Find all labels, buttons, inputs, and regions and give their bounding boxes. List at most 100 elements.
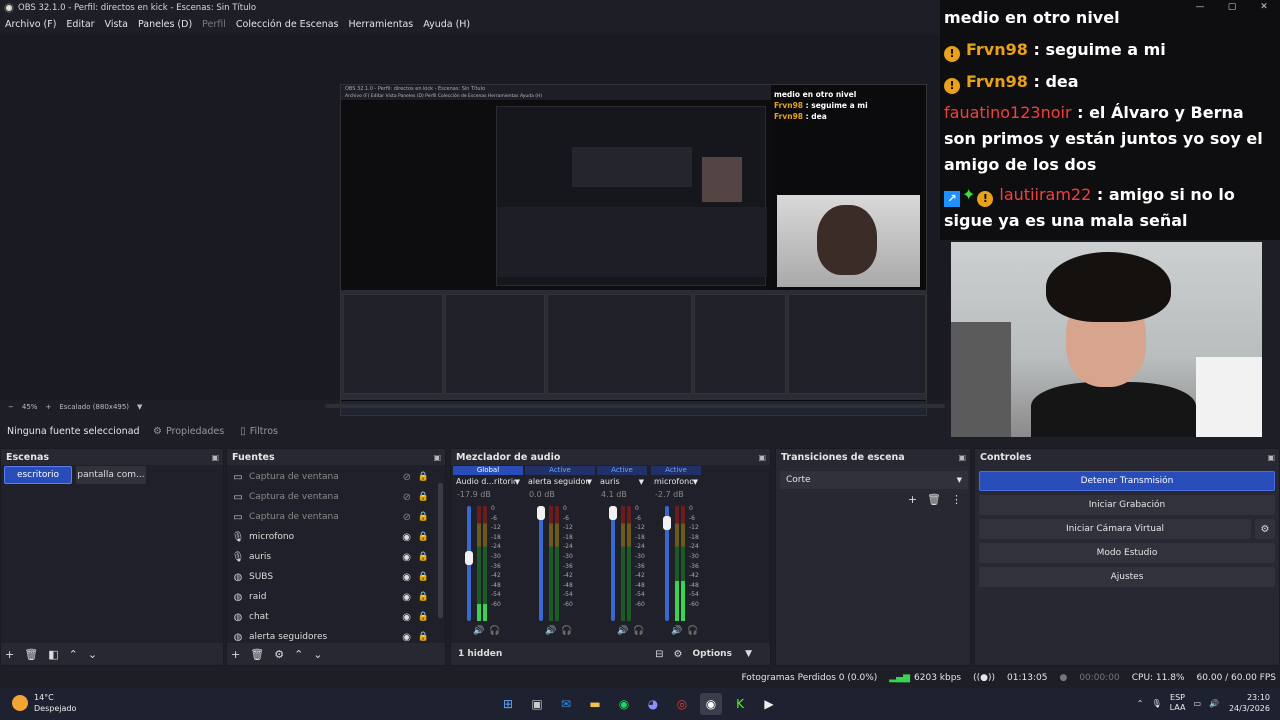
outlook-icon[interactable]: ✉ (555, 693, 577, 715)
spotify-icon[interactable]: ◉ (613, 693, 635, 715)
minimize-button[interactable]: — (1184, 0, 1216, 14)
undock-icon[interactable]: ▣ (958, 453, 966, 462)
move-down-button[interactable]: ⌄ (313, 648, 322, 661)
undock-icon[interactable]: ▣ (433, 453, 441, 462)
add-source-button[interactable]: + (231, 648, 240, 661)
lock-icon[interactable]: 🔒 (418, 492, 429, 502)
preview-canvas[interactable]: OBS 32.1.0 - Perfil: directos en kick - … (0, 34, 950, 416)
menu-coleccion-escenas[interactable]: Colección de Escenas (231, 19, 344, 30)
speaker-icon[interactable]: 🔊 (473, 626, 484, 636)
stop-streaming-button[interactable]: Detener Transmisión (979, 471, 1275, 491)
zoom-in-button[interactable]: + (45, 403, 51, 411)
language-indicator[interactable]: ESP LAA (1170, 693, 1186, 713)
maximize-button[interactable]: ▢ (1216, 0, 1248, 14)
lock-icon[interactable]: 🔒 (418, 532, 429, 542)
obs-taskbar-icon[interactable]: ◉ (700, 693, 722, 715)
source-item[interactable]: ◍ raid ◉ 🔒 (231, 587, 433, 607)
volume-icon[interactable]: 🔊 (1209, 699, 1219, 708)
undock-icon[interactable]: ▣ (1267, 453, 1275, 462)
start-virtual-camera-button[interactable]: Iniciar Cámara Virtual (979, 519, 1251, 539)
hidden-eye-icon[interactable]: ⊘ (403, 512, 411, 523)
layout-toggle-icon[interactable]: ⊟ (655, 649, 663, 660)
eye-icon[interactable]: ◉ (402, 632, 411, 643)
lock-icon[interactable]: 🔒 (418, 472, 429, 482)
kick-icon[interactable]: K (729, 693, 751, 715)
channel-name[interactable]: microfono ▼ (651, 475, 701, 488)
weather-widget[interactable]: 14°C Despejado (12, 692, 76, 714)
menu-paneles[interactable]: Paneles (D) (133, 19, 197, 30)
lock-icon[interactable]: 🔒 (418, 612, 429, 622)
speaker-icon[interactable]: 🔊 (671, 626, 682, 636)
filters-button[interactable]: ▯ Filtros (234, 421, 284, 441)
hidden-count[interactable]: 1 hidden (458, 649, 502, 659)
remove-transition-button[interactable]: 🗑 (927, 493, 941, 506)
mixer-settings-icon[interactable]: ⚙ (674, 649, 683, 660)
menu-ayuda[interactable]: Ayuda (H) (418, 19, 475, 30)
hidden-eye-icon[interactable]: ⊘ (403, 472, 411, 483)
volume-fader[interactable] (539, 506, 543, 621)
preview-horizontal-scrollbar[interactable] (325, 404, 945, 408)
hidden-eye-icon[interactable]: ⊘ (403, 492, 411, 503)
virtual-camera-settings-gear-icon[interactable]: ⚙ (1255, 519, 1275, 539)
monitor-icon[interactable]: 🎧 (633, 626, 644, 636)
eye-icon[interactable]: ◉ (402, 532, 411, 543)
fader-knob[interactable] (609, 506, 617, 520)
eye-icon[interactable]: ◉ (402, 612, 411, 623)
lock-icon[interactable]: 🔒 (418, 592, 429, 602)
scaling-label[interactable]: Escalado (880x495) (59, 403, 129, 411)
speaker-icon[interactable]: 🔊 (545, 626, 556, 636)
undock-icon[interactable]: ▣ (758, 453, 766, 462)
transition-more-button[interactable]: ⋮ (951, 493, 962, 506)
tray-overflow-icon[interactable]: ⌃ (1137, 699, 1144, 708)
move-up-button[interactable]: ⌃ (294, 648, 303, 661)
channel-name[interactable]: alerta seguidores▼ (525, 475, 595, 488)
menu-vista[interactable]: Vista (100, 19, 133, 30)
fader-knob[interactable] (465, 551, 473, 566)
source-item[interactable]: 🎙 auris ◉ 🔒 (231, 547, 433, 567)
source-item[interactable]: 🎙 microfono ◉ 🔒 (231, 527, 433, 547)
volume-fader[interactable] (611, 506, 615, 621)
source-item[interactable]: ◍ chat ◉ 🔒 (231, 607, 433, 627)
studio-mode-button[interactable]: Modo Estudio (979, 543, 1275, 563)
zoom-out-button[interactable]: − (8, 403, 14, 411)
menu-editar[interactable]: Editar (61, 19, 99, 30)
eye-icon[interactable]: ◉ (402, 592, 411, 603)
remove-scene-button[interactable]: 🗑 (24, 648, 38, 661)
source-item[interactable]: ▭ Captura de ventana ⊘ 🔒 (231, 507, 433, 527)
speaker-icon[interactable]: 🔊 (617, 626, 628, 636)
source-item[interactable]: ▭ Captura de ventana ⊘ 🔒 (231, 467, 433, 487)
eye-icon[interactable]: ◉ (402, 552, 411, 563)
menu-archivo[interactable]: Archivo (F) (0, 19, 61, 30)
source-item[interactable]: ◍ SUBS ◉ 🔒 (231, 567, 433, 587)
settings-button[interactable]: Ajustes (979, 567, 1275, 587)
scene-item-pantalla[interactable]: pantalla com... (76, 466, 146, 484)
add-scene-button[interactable]: + (5, 648, 14, 661)
move-down-button[interactable]: ⌄ (88, 648, 97, 661)
monitor-icon[interactable]: 🎧 (489, 626, 500, 636)
task-view-icon[interactable]: ▣ (526, 693, 548, 715)
lock-icon[interactable]: 🔒 (418, 512, 429, 522)
monitor-icon[interactable]: 🎧 (561, 626, 572, 636)
scene-item-escritorio[interactable]: escritorio (4, 466, 72, 484)
source-properties-button[interactable]: ⚙ (274, 648, 284, 661)
menu-perfil[interactable]: Perfil (197, 19, 231, 30)
chevron-down-icon[interactable]: ▼ (137, 403, 142, 411)
remove-source-button[interactable]: 🗑 (250, 648, 264, 661)
close-button[interactable]: ✕ (1248, 0, 1280, 14)
network-icon[interactable]: ▭ (1193, 699, 1201, 708)
source-item[interactable]: ▭ Captura de ventana ⊘ 🔒 (231, 487, 433, 507)
media-player-icon[interactable]: ▶ (758, 693, 780, 715)
windows-start-icon[interactable]: ⊞ (497, 693, 519, 715)
menu-herramientas[interactable]: Herramientas (344, 19, 419, 30)
eye-icon[interactable]: ◉ (402, 572, 411, 583)
undock-icon[interactable]: ▣ (211, 453, 219, 462)
sources-scrollbar[interactable] (438, 483, 443, 618)
microphone-tray-icon[interactable]: 🎙 (1151, 699, 1161, 708)
discord-icon[interactable]: ◕ (642, 693, 664, 715)
lock-icon[interactable]: 🔒 (418, 552, 429, 562)
clock[interactable]: 23:10 24/3/2026 (1229, 692, 1270, 714)
fader-knob[interactable] (537, 506, 545, 520)
scene-filters-button[interactable]: ◧ (48, 648, 58, 661)
start-recording-button[interactable]: Iniciar Grabación (979, 495, 1275, 515)
options-button[interactable]: Options ▼ (693, 649, 753, 659)
